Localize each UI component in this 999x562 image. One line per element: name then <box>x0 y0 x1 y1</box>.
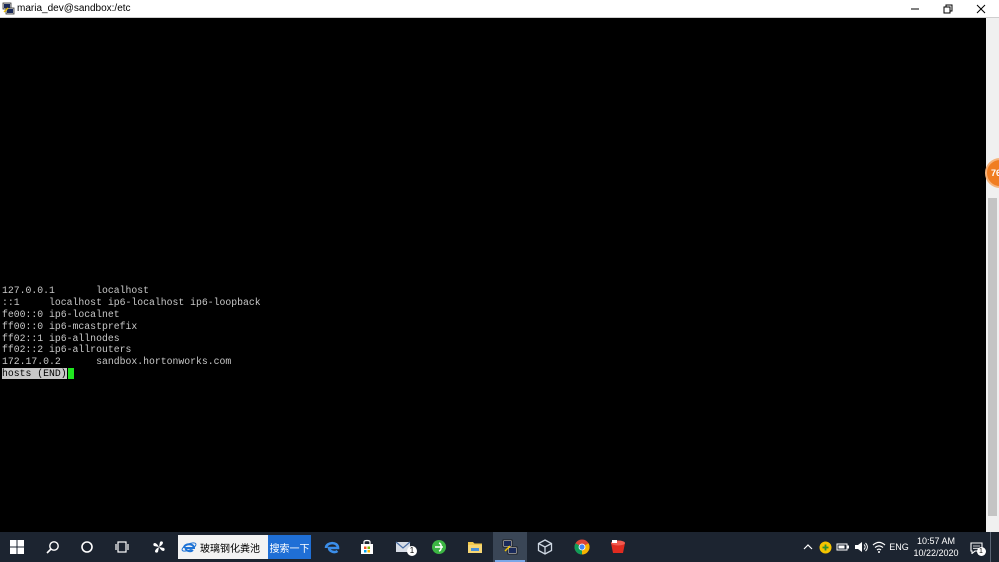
browser-360-button[interactable] <box>422 532 456 562</box>
search-box-text: 玻璃钢化粪池 <box>200 543 260 555</box>
battery-plug-icon <box>836 543 849 551</box>
mail-button[interactable]: 1 <box>387 532 421 562</box>
edge-button[interactable] <box>315 532 349 562</box>
tray-app-button[interactable] <box>817 532 833 562</box>
red-app-icon <box>611 540 625 553</box>
taskbar: 玻璃钢化粪池 搜索一下 1 ENG 10:57 AM 10/22/2020 1 <box>0 532 999 562</box>
window-title-bar[interactable]: maria_dev@sandbox:/etc <box>0 0 999 18</box>
start-button[interactable] <box>0 532 34 562</box>
volume-button[interactable] <box>852 532 870 562</box>
red-app-button[interactable] <box>601 532 635 562</box>
edge-icon <box>324 541 340 554</box>
browser-search-box[interactable]: 玻璃钢化粪池 <box>178 535 268 559</box>
terminal-line: 172.17.0.2 sandbox.hortonworks.com <box>2 356 232 368</box>
terminal-line: fe00::0 ip6-localnet <box>2 308 120 320</box>
pager-status-line: hosts (END) <box>2 368 261 380</box>
store-button[interactable] <box>350 532 384 562</box>
putty-icon <box>2 2 15 15</box>
terminal-line: ::1 localhost ip6-localhost ip6-loopback <box>2 296 261 308</box>
virtualbox-button[interactable] <box>528 532 562 562</box>
restore-icon <box>943 4 953 13</box>
terminal-output: 127.0.0.1 localhost ::1 localhost ip6-lo… <box>2 285 261 380</box>
file-explorer-button[interactable] <box>458 532 492 562</box>
chevron-up-icon <box>803 544 813 550</box>
chrome-button[interactable] <box>565 532 599 562</box>
chrome-icon <box>574 539 590 555</box>
terminal-line: ff02::2 ip6-allrouters <box>2 344 132 356</box>
scrollbar-thumb[interactable] <box>988 198 997 516</box>
putty-taskbar-button[interactable] <box>493 532 527 562</box>
tray-shield-icon <box>819 541 831 553</box>
restore-button[interactable] <box>931 0 965 17</box>
minimize-icon <box>911 8 919 9</box>
show-hidden-icons-button[interactable] <box>800 532 816 562</box>
terminal-line: ff02::1 ip6-allnodes <box>2 332 120 344</box>
terminal-scrollbar[interactable] <box>986 18 999 532</box>
search-button[interactable] <box>36 532 70 562</box>
taskbar-clock[interactable]: 10:57 AM 10/22/2020 <box>908 535 964 559</box>
terminal-area[interactable] <box>0 18 986 532</box>
notification-count: 1 <box>976 547 986 556</box>
wifi-icon <box>872 541 886 553</box>
putty-icon <box>502 539 518 555</box>
search-icon <box>46 541 59 554</box>
notification-icon: 1 <box>969 541 986 556</box>
show-desktop-button[interactable] <box>990 532 999 562</box>
network-button[interactable] <box>871 532 887 562</box>
search-submit-button[interactable]: 搜索一下 <box>268 535 311 559</box>
pinwheel-icon <box>153 541 165 553</box>
folder-icon <box>468 542 482 553</box>
window-title: maria_dev@sandbox:/etc <box>17 3 131 14</box>
input-language-indicator[interactable]: ENG <box>888 532 910 562</box>
task-view-icon <box>115 541 129 553</box>
virtualbox-cube-icon <box>537 539 553 555</box>
mail-badge: 1 <box>407 546 417 556</box>
terminal-line: 127.0.0.1 localhost <box>2 285 149 296</box>
clock-date: 10/22/2020 <box>913 548 959 558</box>
terminal-cursor <box>67 368 74 380</box>
close-icon <box>976 4 986 13</box>
pager-status: hosts (END) <box>2 368 67 380</box>
cortana-icon <box>81 541 93 553</box>
clock-time: 10:57 AM <box>916 536 956 546</box>
windows-logo-icon <box>10 540 24 554</box>
ie-logo-icon <box>181 542 197 553</box>
cortana-button[interactable] <box>70 532 104 562</box>
volume-icon <box>855 542 868 552</box>
battery-button[interactable] <box>835 532 851 562</box>
task-view-button[interactable] <box>105 532 139 562</box>
action-center-button[interactable]: 1 <box>966 532 986 562</box>
pinwheel-app-button[interactable] <box>142 532 176 562</box>
close-button[interactable] <box>964 0 998 17</box>
store-bag-icon <box>361 539 373 554</box>
browser-360-icon <box>432 540 446 554</box>
minimize-button[interactable] <box>898 0 932 17</box>
terminal-line: ff00::0 ip6-mcastprefix <box>2 320 138 332</box>
